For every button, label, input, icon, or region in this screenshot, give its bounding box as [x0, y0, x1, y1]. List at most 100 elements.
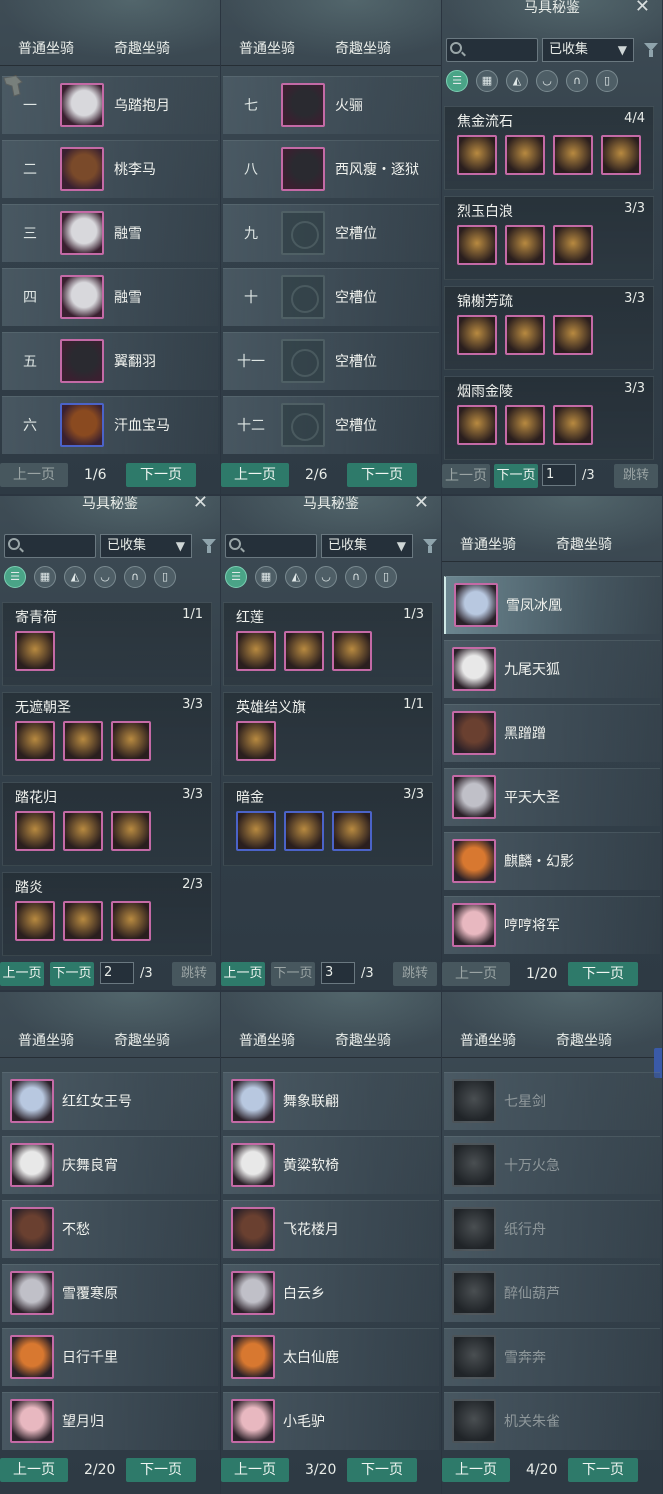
search-input[interactable]	[446, 38, 538, 62]
grid-icon[interactable]: ▦	[476, 70, 498, 92]
gear-set[interactable]: 英雄结义旗 1/1	[223, 692, 433, 776]
gear-set[interactable]: 无遮朝圣 3/3	[2, 692, 212, 776]
jump-button[interactable]: 跳转	[393, 962, 437, 986]
jump-button[interactable]: 跳转	[172, 962, 216, 986]
curio-mount-row[interactable]: 雪凤冰凰	[444, 576, 660, 634]
tab-normal-mounts[interactable]: 普通坐骑	[239, 1030, 295, 1050]
collected-filter-select[interactable]: 已收集 ▼	[100, 534, 192, 558]
mount-row[interactable]: 六 汗血宝马	[2, 396, 218, 454]
prev-page-button[interactable]: 上一页	[0, 962, 44, 986]
gear-piece-icon[interactable]	[553, 225, 593, 265]
armor-icon[interactable]: ◡	[315, 566, 337, 588]
gear-set[interactable]: 焦金流石 4/4	[444, 106, 654, 190]
curio-mount-row[interactable]: 哼哼将军	[444, 896, 660, 954]
bridle-icon[interactable]: ▯	[596, 70, 618, 92]
jump-button[interactable]: 跳转	[614, 464, 658, 488]
gear-piece-icon[interactable]	[332, 631, 372, 671]
mount-row[interactable]: 五 翼翻羽	[2, 332, 218, 390]
close-icon[interactable]: ✕	[635, 0, 650, 16]
curio-mount-row[interactable]: 七星剑	[444, 1072, 660, 1130]
gear-piece-icon[interactable]	[505, 315, 545, 355]
next-page-button[interactable]: 下一页	[494, 464, 538, 488]
gear-piece-icon[interactable]	[553, 405, 593, 445]
collected-filter-select[interactable]: 已收集 ▼	[321, 534, 413, 558]
mount-row[interactable]: 七 火骊	[223, 76, 439, 134]
gear-piece-icon[interactable]	[457, 315, 497, 355]
gear-set[interactable]: 锦榭芳疏 3/3	[444, 286, 654, 370]
gear-piece-icon[interactable]	[553, 135, 593, 175]
gear-piece-icon[interactable]	[457, 405, 497, 445]
gear-piece-icon[interactable]	[111, 901, 151, 941]
next-page-button[interactable]: 下一页	[126, 1458, 196, 1482]
tab-curio-mounts[interactable]: 奇趣坐骑	[335, 38, 391, 58]
filter-icon[interactable]	[644, 43, 658, 57]
saddle-icon[interactable]: ◭	[506, 70, 528, 92]
gear-piece-icon[interactable]	[553, 315, 593, 355]
tab-normal-mounts[interactable]: 普通坐骑	[460, 1030, 516, 1050]
tab-curio-mounts[interactable]: 奇趣坐骑	[114, 1030, 170, 1050]
prev-page-button[interactable]: 上一页	[0, 1458, 68, 1482]
curio-mount-row[interactable]: 小毛驴	[223, 1392, 439, 1450]
bridle-icon[interactable]: ▯	[375, 566, 397, 588]
gear-piece-icon[interactable]	[15, 811, 55, 851]
gear-piece-icon[interactable]	[236, 721, 276, 761]
curio-mount-row[interactable]: 望月归	[2, 1392, 218, 1450]
curio-mount-row[interactable]: 太白仙鹿	[223, 1328, 439, 1386]
tab-curio-mounts[interactable]: 奇趣坐骑	[114, 38, 170, 58]
gear-set[interactable]: 烈玉白浪 3/3	[444, 196, 654, 280]
tab-curio-mounts[interactable]: 奇趣坐骑	[556, 534, 612, 554]
gear-piece-icon[interactable]	[15, 721, 55, 761]
gear-piece-icon[interactable]	[505, 225, 545, 265]
prev-page-button[interactable]: 上一页	[221, 463, 289, 487]
stirrup-icon[interactable]: ∩	[566, 70, 588, 92]
gear-piece-icon[interactable]	[457, 135, 497, 175]
next-page-button[interactable]: 下一页	[271, 962, 315, 986]
curio-mount-row[interactable]: 麒麟・幻影	[444, 832, 660, 890]
mount-row[interactable]: 十一 空槽位	[223, 332, 439, 390]
mount-row[interactable]: 四 融雪	[2, 268, 218, 326]
gear-piece-icon[interactable]	[63, 721, 103, 761]
stirrup-icon[interactable]: ∩	[345, 566, 367, 588]
gear-piece-icon[interactable]	[332, 811, 372, 851]
curio-mount-row[interactable]: 不愁	[2, 1200, 218, 1258]
curio-mount-row[interactable]: 十万火急	[444, 1136, 660, 1194]
prev-page-button[interactable]: 上一页	[442, 1458, 510, 1482]
collected-filter-select[interactable]: 已收集 ▼	[542, 38, 634, 62]
close-icon[interactable]: ✕	[193, 496, 208, 512]
next-page-button[interactable]: 下一页	[568, 1458, 638, 1482]
gear-piece-icon[interactable]	[284, 811, 324, 851]
gear-set[interactable]: 烟雨金陵 3/3	[444, 376, 654, 460]
curio-mount-row[interactable]: 黄粱软椅	[223, 1136, 439, 1194]
prev-page-button[interactable]: 上一页	[0, 463, 68, 487]
prev-page-button[interactable]: 上一页	[442, 464, 490, 488]
list-icon[interactable]: ☰	[4, 566, 26, 588]
search-input[interactable]	[4, 534, 96, 558]
page-number-input[interactable]: 2	[100, 962, 134, 984]
tab-normal-mounts[interactable]: 普通坐骑	[239, 38, 295, 58]
tab-curio-mounts[interactable]: 奇趣坐骑	[335, 1030, 391, 1050]
gear-piece-icon[interactable]	[505, 135, 545, 175]
page-number-input[interactable]: 1	[542, 464, 576, 486]
gear-piece-icon[interactable]	[236, 811, 276, 851]
mount-row[interactable]: 十二 空槽位	[223, 396, 439, 454]
curio-mount-row[interactable]: 庆舞良宵	[2, 1136, 218, 1194]
tab-curio-mounts[interactable]: 奇趣坐骑	[556, 1030, 612, 1050]
mount-row[interactable]: 三 融雪	[2, 204, 218, 262]
gear-set[interactable]: 踏炎 2/3	[2, 872, 212, 956]
close-icon[interactable]: ✕	[414, 496, 429, 512]
gear-piece-icon[interactable]	[15, 901, 55, 941]
next-page-button[interactable]: 下一页	[347, 463, 417, 487]
armor-icon[interactable]: ◡	[94, 566, 116, 588]
curio-mount-row[interactable]: 平天大圣	[444, 768, 660, 826]
gear-piece-icon[interactable]	[601, 135, 641, 175]
gear-set[interactable]: 暗金 3/3	[223, 782, 433, 866]
search-input[interactable]	[225, 534, 317, 558]
gear-piece-icon[interactable]	[284, 631, 324, 671]
gear-piece-icon[interactable]	[505, 405, 545, 445]
page-number-input[interactable]: 3	[321, 962, 355, 984]
curio-mount-row[interactable]: 飞花楼月	[223, 1200, 439, 1258]
next-page-button[interactable]: 下一页	[126, 463, 196, 487]
mount-row[interactable]: 一 乌踏抱月	[2, 76, 218, 134]
curio-mount-row[interactable]: 雪奔奔	[444, 1328, 660, 1386]
gear-piece-icon[interactable]	[63, 811, 103, 851]
